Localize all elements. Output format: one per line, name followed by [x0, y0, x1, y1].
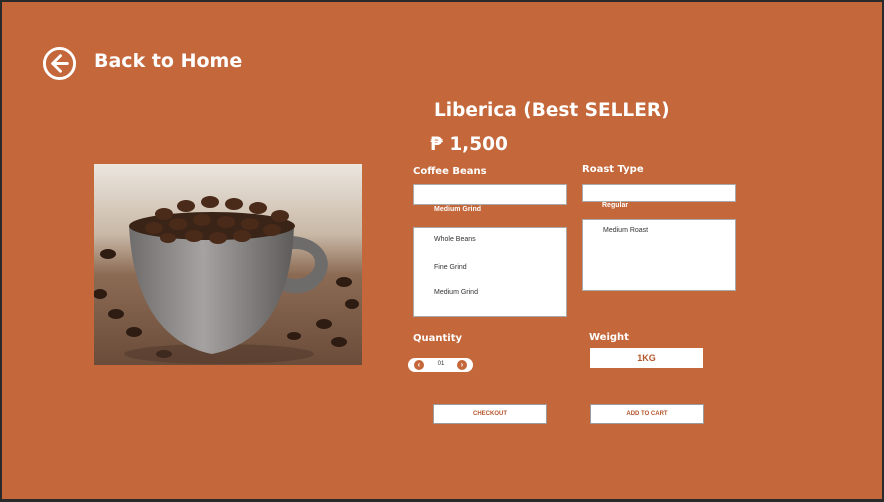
product-title: Liberica (Best SELLER) [434, 100, 670, 121]
option-medium-roast[interactable]: Medium Roast [603, 227, 648, 234]
coffee-beans-options: Whole Beans Fine Grind Medium Grind [413, 227, 567, 317]
quantity-stepper: ‹ 01 › [408, 358, 473, 372]
product-price: ₱ 1,500 [430, 134, 508, 155]
roast-type-options: Medium Roast [582, 219, 736, 291]
coffee-beans-label: Coffee Beans [413, 166, 487, 177]
quantity-label: Quantity [413, 333, 462, 344]
weight-label: Weight [589, 332, 629, 343]
coffee-beans-select[interactable] [413, 184, 567, 205]
product-page: Back to Home Liberica (Best SELLER) ₱ 1,… [2, 2, 882, 499]
back-arrow-icon[interactable] [42, 46, 77, 81]
add-to-cart-button[interactable]: ADD TO CART [590, 404, 704, 424]
increment-chevron-right-icon[interactable]: › [457, 360, 467, 370]
quantity-value: 01 [437, 361, 445, 367]
option-medium-grind[interactable]: Medium Grind [434, 289, 478, 296]
option-fine-grind[interactable]: Fine Grind [434, 264, 467, 271]
option-whole-beans[interactable]: Whole Beans [434, 236, 476, 243]
checkout-button[interactable]: CHECKOUT [433, 404, 547, 424]
decrement-chevron-left-icon[interactable]: ‹ [414, 360, 424, 370]
weight-value[interactable]: 1KG [590, 348, 703, 368]
back-to-home-link[interactable]: Back to Home [94, 50, 242, 72]
product-image [94, 164, 362, 365]
roast-type-selected-value: Regular [602, 202, 629, 209]
roast-type-label: Roast Type [582, 164, 644, 175]
roast-type-select[interactable] [582, 184, 736, 202]
coffee-beans-selected-value: Medium Grind [434, 206, 482, 213]
